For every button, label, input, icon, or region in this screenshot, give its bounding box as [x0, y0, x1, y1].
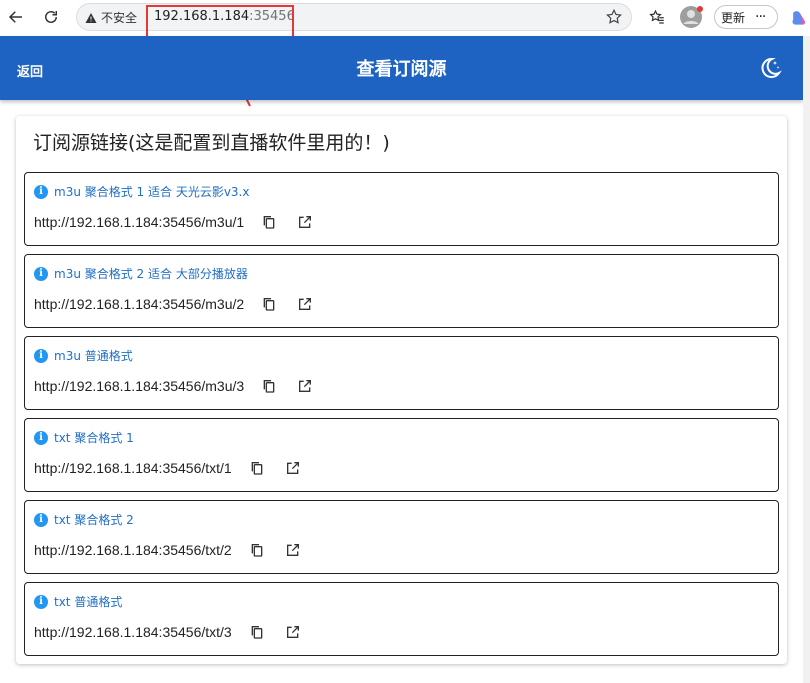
feed-label-text: m3u 聚合格式 2 适合 大部分播放器	[54, 267, 248, 281]
scrollbar[interactable]	[803, 36, 810, 683]
feed-label-text: m3u 普通格式	[54, 349, 133, 363]
update-button[interactable]: 更新 ···	[714, 5, 778, 29]
feed-url: http://192.168.1.184:35456/txt/1	[34, 460, 232, 476]
app-bar: 返回 查看订阅源	[0, 36, 803, 100]
copy-icon[interactable]	[246, 621, 268, 643]
feed-label: i txt 普通格式	[34, 593, 122, 610]
open-external-icon[interactable]	[282, 621, 304, 643]
copy-icon[interactable]	[258, 293, 280, 315]
feed-item: i txt 聚合格式 2 http://192.168.1.184:35456/t…	[24, 500, 779, 574]
feed-row: http://192.168.1.184:35456/txt/3	[34, 621, 304, 643]
profile-avatar[interactable]	[678, 4, 704, 30]
card-title: 订阅源链接(这是配置到直播软件里用的！)	[33, 132, 390, 154]
copy-icon[interactable]	[258, 375, 280, 397]
security-label: 不安全	[101, 11, 138, 25]
feed-label-text: txt 聚合格式 1	[54, 431, 134, 445]
feed-label-text: m3u 聚合格式 1 适合 天光云影v3.x	[54, 185, 250, 199]
feed-row: http://192.168.1.184:35456/m3u/3	[34, 375, 316, 397]
info-icon: i	[34, 594, 48, 609]
feed-item: i txt 普通格式 http://192.168.1.184:35456/txt…	[24, 582, 779, 656]
bookmark-star-icon[interactable]	[605, 8, 623, 30]
feed-row: http://192.168.1.184:35456/m3u/1	[34, 211, 316, 233]
more-icon: ···	[755, 9, 766, 25]
page-title: 查看订阅源	[356, 59, 447, 80]
feed-label: i m3u 普通格式	[34, 347, 133, 364]
feed-item: i m3u 聚合格式 1 适合 天光云影v3.x http://192.168.1…	[24, 172, 779, 246]
browser-toolbar: 不安全 192.168.1.184:35456 更新 ···	[0, 0, 810, 36]
feed-label-text: txt 普通格式	[54, 595, 123, 609]
feed-label: i txt 聚合格式 1	[34, 429, 134, 446]
copy-icon[interactable]	[258, 211, 280, 233]
feed-label: i m3u 聚合格式 2 适合 大部分播放器	[34, 265, 248, 282]
feed-row: http://192.168.1.184:35456/txt/1	[34, 457, 304, 479]
warning-icon	[85, 12, 97, 23]
feed-label: i txt 聚合格式 2	[34, 511, 134, 528]
feed-url: http://192.168.1.184:35456/m3u/2	[34, 296, 245, 312]
dark-mode-icon[interactable]	[758, 56, 782, 84]
update-label: 更新	[721, 10, 746, 25]
feed-row: http://192.168.1.184:35456/txt/2	[34, 539, 304, 561]
info-icon: i	[34, 184, 48, 199]
feed-url: http://192.168.1.184:35456/m3u/3	[34, 378, 245, 394]
feed-item: i txt 聚合格式 1 http://192.168.1.184:35456/t…	[24, 418, 779, 492]
favorites-icon[interactable]	[644, 4, 670, 30]
feed-item: i m3u 聚合格式 2 适合 大部分播放器 http://192.168.1.1…	[24, 254, 779, 328]
open-external-icon[interactable]	[294, 293, 316, 315]
info-icon: i	[34, 266, 48, 281]
open-external-icon[interactable]	[282, 539, 304, 561]
back-arrow-icon[interactable]	[3, 4, 29, 30]
feed-row: http://192.168.1.184:35456/m3u/2	[34, 293, 316, 315]
feed-label-text: txt 聚合格式 2	[54, 513, 134, 527]
info-icon: i	[34, 430, 48, 445]
open-external-icon[interactable]	[282, 457, 304, 479]
reload-icon[interactable]	[38, 4, 64, 30]
open-external-icon[interactable]	[294, 375, 316, 397]
open-external-icon[interactable]	[294, 211, 316, 233]
info-icon: i	[34, 512, 48, 527]
security-indicator[interactable]: 不安全	[85, 9, 137, 26]
info-icon: i	[34, 348, 48, 363]
feed-item: i m3u 普通格式 http://192.168.1.184:35456/m3u…	[24, 336, 779, 410]
feed-label: i m3u 聚合格式 1 适合 天光云影v3.x	[34, 183, 249, 200]
copy-icon[interactable]	[246, 457, 268, 479]
feed-url: http://192.168.1.184:35456/txt/2	[34, 542, 232, 558]
subscription-card: 订阅源链接(这是配置到直播软件里用的！) i m3u 聚合格式 1 适合 天光云影…	[16, 116, 787, 664]
feed-url: http://192.168.1.184:35456/txt/3	[34, 624, 232, 640]
feed-url: http://192.168.1.184:35456/m3u/1	[34, 214, 245, 230]
copy-icon[interactable]	[246, 539, 268, 561]
copilot-icon[interactable]	[786, 5, 810, 31]
